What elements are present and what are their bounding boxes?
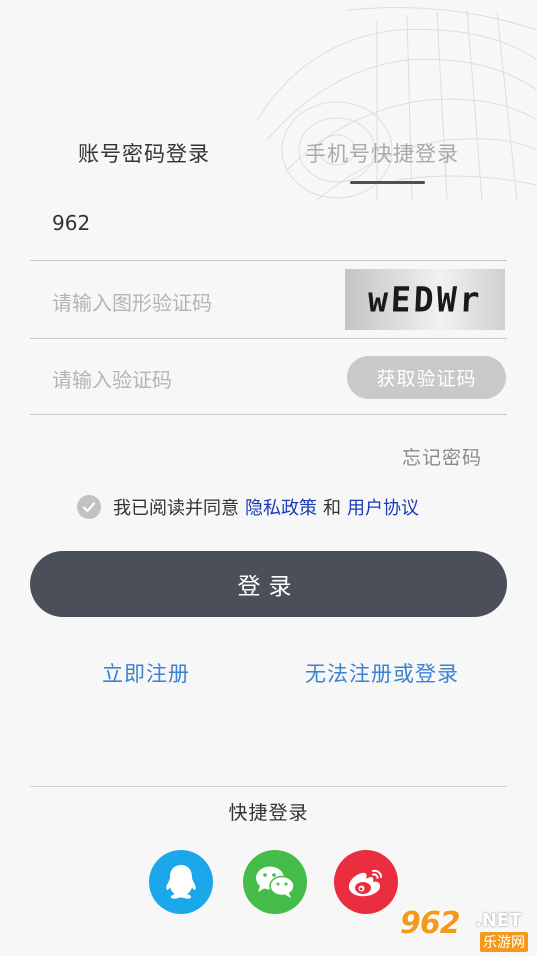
quick-login-divider <box>30 786 507 787</box>
agreement-conjunction: 和 <box>323 498 341 519</box>
watermark-brand: 962 <box>400 906 461 941</box>
forgot-password-link[interactable]: 忘记密码 <box>402 443 482 470</box>
user-agreement-link[interactable]: 用户协议 <box>347 494 419 520</box>
captcha-input[interactable]: 请输入图形验证码 <box>52 287 212 316</box>
cannot-login-link[interactable]: 无法注册或登录 <box>305 658 459 688</box>
captcha-divider <box>30 338 507 339</box>
tab-phone-login[interactable]: 手机号快捷登录 <box>305 138 459 168</box>
code-divider <box>30 414 507 415</box>
agree-checkbox[interactable] <box>77 495 101 519</box>
site-watermark: 962 .NET 乐游网 <box>396 906 531 952</box>
car-illustration <box>256 7 537 201</box>
wechat-login-button[interactable] <box>243 850 307 914</box>
watermark-sub: 乐游网 <box>480 932 528 952</box>
captcha-image[interactable]: wEDWr <box>345 269 505 330</box>
login-button[interactable]: 登录 <box>30 551 507 617</box>
quick-login-title: 快捷登录 <box>228 802 309 824</box>
watermark-domain: .NET <box>475 910 522 931</box>
sms-code-input[interactable]: 请输入验证码 <box>52 364 172 393</box>
privacy-policy-link[interactable]: 隐私政策 <box>245 494 317 520</box>
wechat-icon <box>256 866 295 898</box>
weibo-icon <box>348 869 382 897</box>
qq-login-button[interactable] <box>149 850 213 914</box>
register-link[interactable]: 立即注册 <box>102 658 190 688</box>
account-divider <box>30 260 507 261</box>
check-icon <box>82 502 96 513</box>
qq-icon <box>166 865 196 899</box>
captcha-text: wEDWr <box>366 279 484 320</box>
tab-active-indicator <box>350 181 425 184</box>
agreement-row: 我已阅读并同意 隐私政策 和 用户协议 <box>77 494 419 520</box>
tab-account-login[interactable]: 账号密码登录 <box>78 138 210 168</box>
weibo-login-button[interactable] <box>334 850 398 914</box>
get-code-button[interactable]: 获取验证码 <box>347 356 506 399</box>
account-input[interactable]: 962 <box>52 211 90 235</box>
agreement-text: 我已阅读并同意 <box>113 498 239 519</box>
